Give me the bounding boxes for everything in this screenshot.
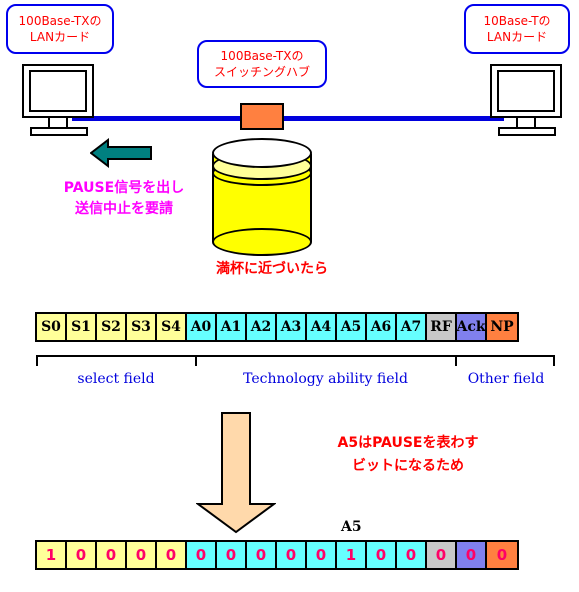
bit-cell-s1: S1 — [67, 314, 97, 340]
cylinder-top — [212, 138, 312, 168]
field-label-select: select field — [77, 371, 155, 387]
switching-hub — [240, 103, 284, 130]
callout-center-line1: 100Base-TXの — [220, 49, 304, 63]
bit-cell-a2: A2 — [247, 314, 277, 340]
monitor-neck — [48, 118, 68, 127]
pause-note-line2: 送信中止を要請 — [75, 201, 173, 217]
cable-right-segment — [282, 116, 504, 121]
bit-value-6: 0 — [217, 542, 247, 568]
bit-cell-a0: A0 — [187, 314, 217, 340]
bracket-tick-3 — [553, 355, 555, 366]
bit-value-1: 0 — [67, 542, 97, 568]
a5-pause-note: A5はPAUSEを表わす ビットになるため — [288, 432, 528, 478]
bracket-line-other — [455, 355, 555, 357]
bit-value-13: 0 — [427, 542, 457, 568]
a5-marker-label: A5 — [341, 519, 362, 535]
bitfield-row: S0 S1 S2 S3 S4 A0 A1 A2 A3 A4 A5 A6 A7 RF Ack NP — [35, 312, 519, 342]
bit-value-4: 0 — [157, 542, 187, 568]
pause-note: PAUSE信号を出し 送信中止を要請 — [44, 178, 204, 220]
callout-center-line2: スイッチングハブ — [213, 65, 310, 79]
monitor-neck — [516, 118, 536, 127]
callout-center-switching-hub: 100Base-TXの スイッチングハブ — [197, 40, 327, 88]
bit-cell-a3: A3 — [277, 314, 307, 340]
bit-value-11: 0 — [367, 542, 397, 568]
bit-cell-a5: A5 — [337, 314, 367, 340]
bit-cell-a1: A1 — [217, 314, 247, 340]
bit-cell-a6: A6 — [367, 314, 397, 340]
bit-cell-s4: S4 — [157, 314, 187, 340]
monitor-screen — [29, 70, 87, 112]
monitor-base — [498, 127, 556, 136]
bit-cell-s2: S2 — [97, 314, 127, 340]
bitvalue-row: 1000000000100000 — [35, 540, 519, 570]
bit-cell-a7: A7 — [397, 314, 427, 340]
down-arrow-icon — [196, 412, 276, 534]
bit-value-5: 0 — [187, 542, 217, 568]
bit-value-9: 0 — [307, 542, 337, 568]
field-label-other: Other field — [467, 371, 545, 387]
cable-left-segment — [72, 116, 242, 121]
callout-left-line2: LANカード — [29, 30, 91, 44]
a5-note-line1: A5はPAUSEを表わす — [337, 435, 479, 451]
pause-arrow-icon — [90, 138, 152, 168]
bit-cell-ack: Ack — [456, 314, 487, 340]
monitor-base — [30, 127, 88, 136]
bit-cell-np: NP — [487, 314, 517, 340]
bit-value-10: 1 — [337, 542, 367, 568]
callout-right-line2: LANカード — [486, 30, 548, 44]
bit-value-12: 0 — [397, 542, 427, 568]
callout-left-lan-card: 100Base-TXの LANカード — [6, 4, 114, 54]
bit-value-3: 0 — [127, 542, 157, 568]
pause-note-line1: PAUSE信号を出し — [63, 180, 185, 196]
buffer-full-text: 満杯に近づいたら — [216, 261, 328, 277]
bit-value-7: 0 — [247, 542, 277, 568]
callout-left-line1: 100Base-TXの — [18, 14, 102, 28]
monitor-screen — [497, 70, 555, 112]
bit-value-15: 0 — [487, 542, 517, 568]
bit-value-0: 1 — [37, 542, 67, 568]
bit-cell-a4: A4 — [307, 314, 337, 340]
bit-value-8: 0 — [277, 542, 307, 568]
a5-note-line2: ビットになるため — [352, 458, 464, 474]
callout-right-line1: 10Base-Tの — [483, 14, 551, 28]
bit-cell-rf: RF — [427, 314, 457, 340]
bracket-line-select — [36, 355, 196, 357]
cylinder-bottom — [212, 228, 312, 256]
buffer-full-note: 満杯に近づいたら — [192, 258, 352, 281]
bit-value-14: 0 — [457, 542, 487, 568]
bracket-line-ability — [195, 355, 456, 357]
bit-value-2: 0 — [97, 542, 127, 568]
bit-cell-s3: S3 — [127, 314, 157, 340]
callout-right-lan-card: 10Base-Tの LANカード — [464, 4, 570, 54]
bit-cell-s0: S0 — [37, 314, 67, 340]
field-label-technology-ability: Technology ability field — [243, 371, 408, 387]
